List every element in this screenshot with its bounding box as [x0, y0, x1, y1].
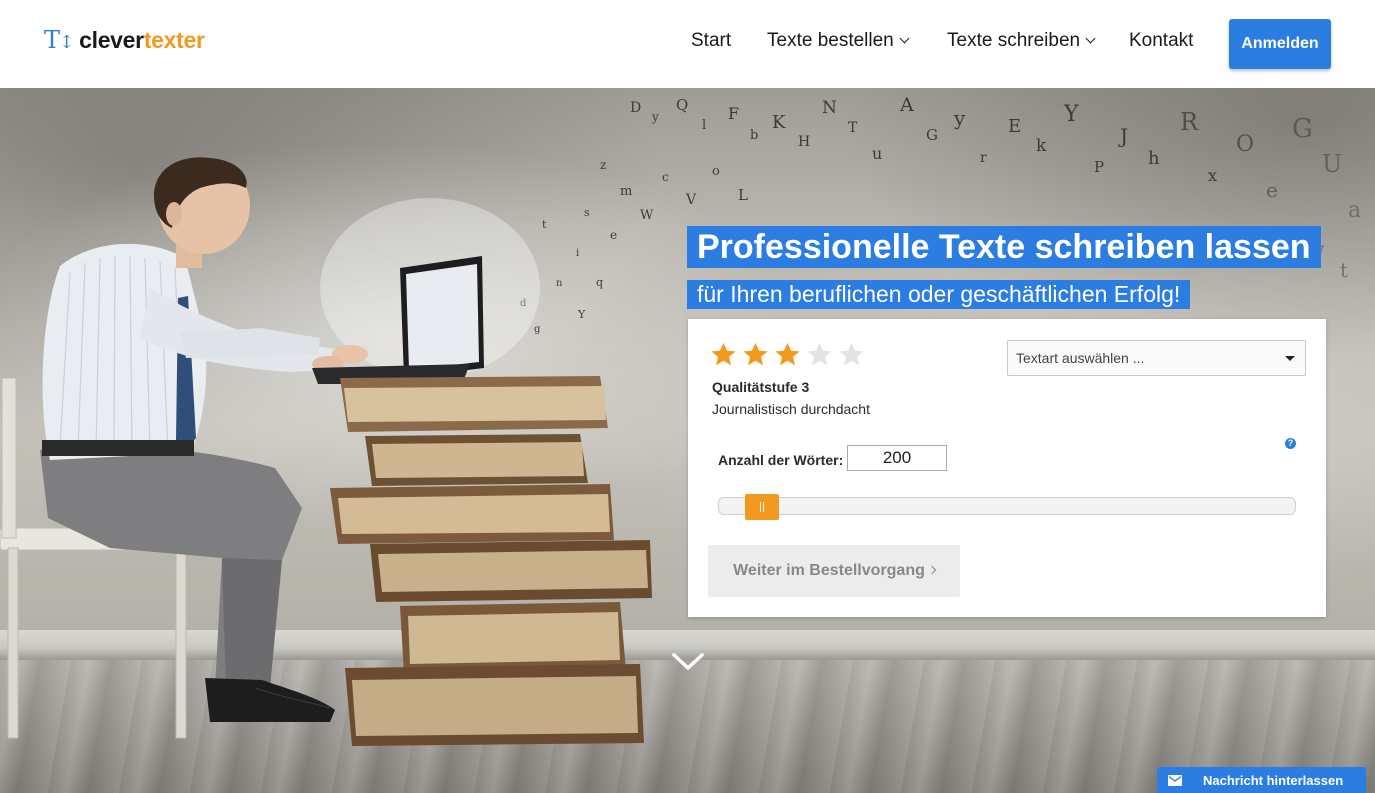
- hero-subheadline: für Ihren beruflichen oder geschäftliche…: [687, 280, 1191, 309]
- text-type-select-value: Textart auswählen ...: [1016, 350, 1145, 366]
- site-header: T↕ clevertexter Start Texte bestellen Te…: [0, 0, 1375, 88]
- nav-item-texte-bestellen[interactable]: Texte bestellen: [767, 30, 910, 52]
- star-empty-icon[interactable]: [838, 341, 865, 368]
- man-with-laptop-on-books-illustration: [0, 157, 652, 746]
- chevron-right-icon: [927, 565, 937, 575]
- quality-rating[interactable]: [710, 341, 865, 368]
- quality-level-description: Journalistisch durchdacht: [712, 401, 870, 417]
- leave-message-label: Nachricht hinterlassen: [1203, 773, 1344, 788]
- hero-section: D y Q l F b K H N T u A G y r E k Y P J …: [0, 88, 1375, 793]
- order-form-card: Qualitätstufe 3 Journalistisch durchdach…: [688, 319, 1326, 617]
- star-filled-icon[interactable]: [742, 341, 769, 368]
- star-filled-icon[interactable]: [774, 341, 801, 368]
- continue-order-button[interactable]: Weiter im Bestellvorgang: [708, 545, 960, 597]
- nav-item-start[interactable]: Start: [691, 30, 731, 52]
- chevron-down-icon: [1085, 33, 1096, 44]
- word-count-label: Anzahl der Wörter:: [718, 452, 844, 468]
- login-button[interactable]: Anmelden: [1229, 19, 1331, 69]
- logo-mark-icon: T↕: [44, 26, 74, 54]
- word-count-slider[interactable]: [718, 494, 1296, 520]
- chevron-down-icon: [899, 33, 910, 44]
- chevron-down-icon[interactable]: [671, 651, 705, 673]
- leave-message-tab[interactable]: Nachricht hinterlassen: [1157, 767, 1366, 793]
- quality-level-title: Qualitätstufe 3: [712, 379, 810, 395]
- logo-wordmark: clevertexter: [79, 26, 205, 53]
- caret-down-icon: [1285, 356, 1295, 361]
- hero-headline: Professionelle Texte schreiben lassen: [687, 226, 1321, 268]
- text-type-select[interactable]: Textart auswählen ...: [1007, 340, 1306, 376]
- word-count-input[interactable]: [847, 445, 947, 471]
- nav-item-texte-schreiben[interactable]: Texte schreiben: [947, 30, 1096, 52]
- nav-item-kontakt[interactable]: Kontakt: [1129, 30, 1193, 52]
- star-empty-icon[interactable]: [806, 341, 833, 368]
- mail-icon: [1168, 775, 1182, 786]
- star-filled-icon[interactable]: [710, 341, 737, 368]
- site-logo[interactable]: T↕ clevertexter: [44, 26, 205, 54]
- slider-handle[interactable]: [745, 494, 779, 520]
- question-icon[interactable]: ?: [1285, 438, 1296, 449]
